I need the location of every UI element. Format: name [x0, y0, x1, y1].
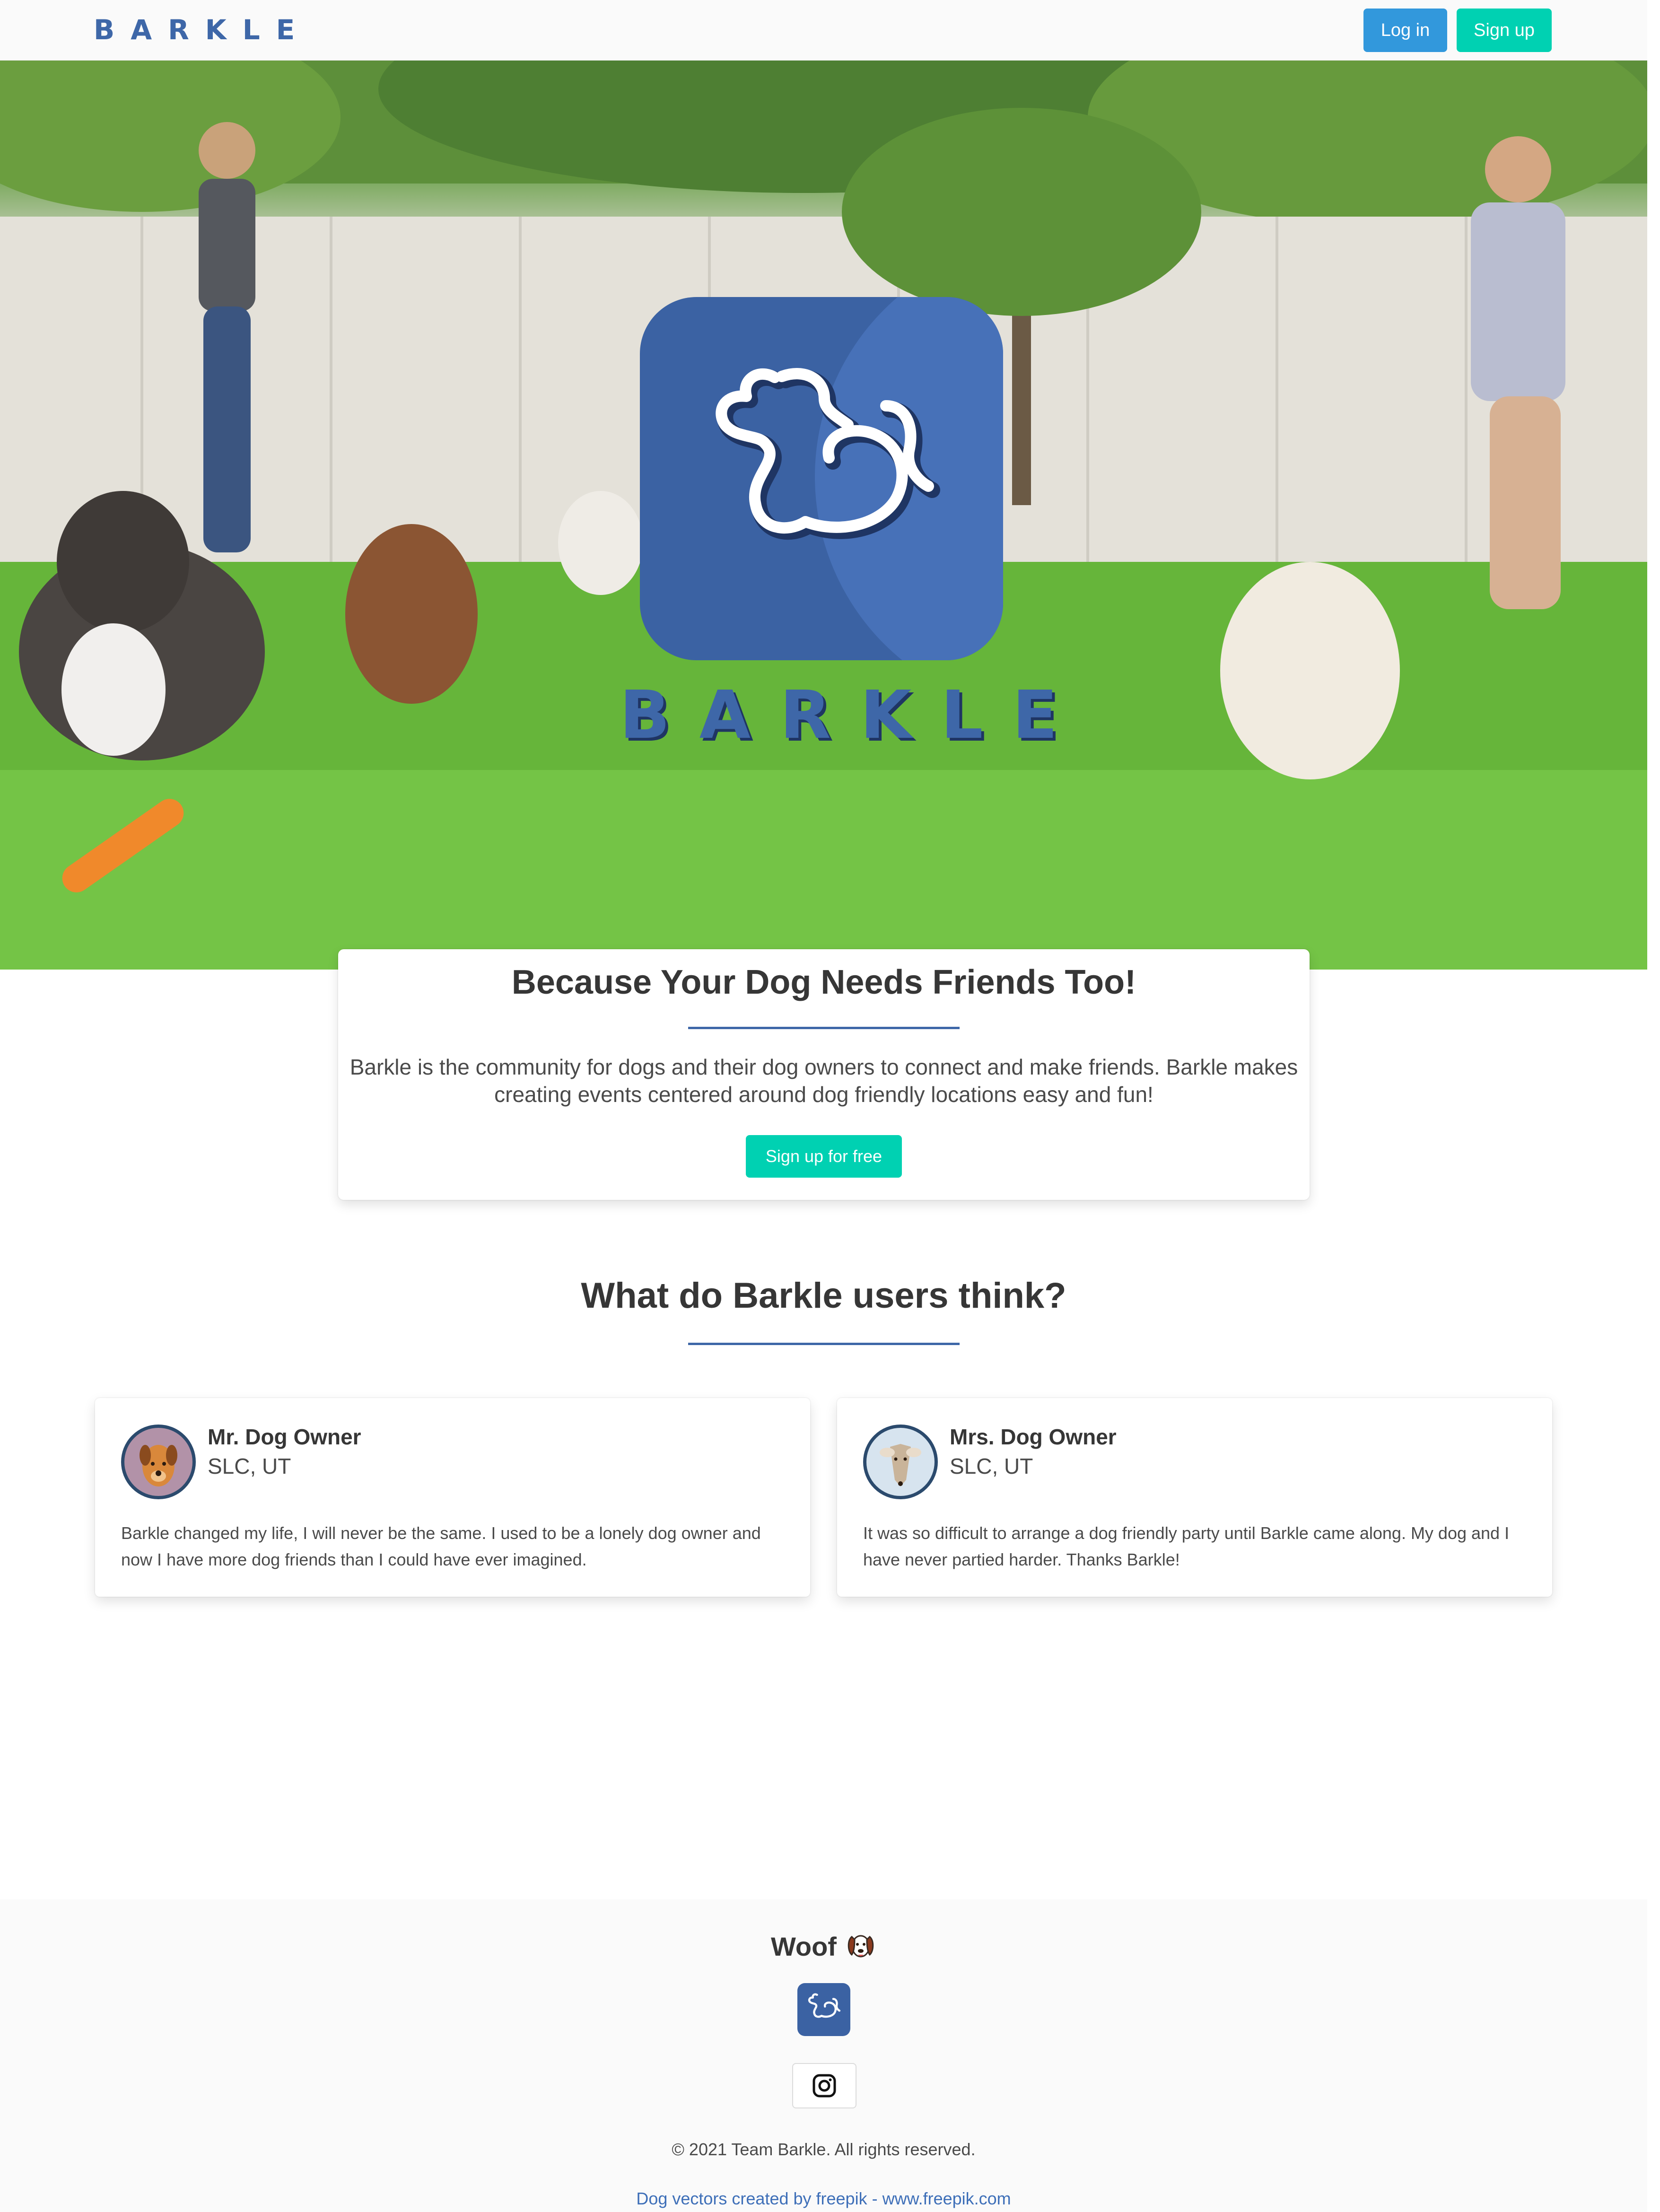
testimonials-title: What do Barkle users think?: [581, 1276, 1066, 1316]
dog-logo-icon: [716, 368, 940, 540]
testimonial-name: Mr. Dog Owner: [208, 1425, 361, 1449]
woof-label: Woof: [771, 1932, 837, 1961]
footer-logo[interactable]: [797, 1983, 850, 2036]
copyright-text: © 2021 Team Barkle. All rights reserved.: [672, 2140, 976, 2159]
freepik-credit-link[interactable]: Dog vectors created by freepik - www.fre…: [0, 2187, 1647, 2211]
instagram-icon: [813, 2074, 836, 2098]
avatar: [121, 1425, 196, 1499]
testimonials-divider: [688, 1343, 960, 1345]
hero-logo-tile: [640, 297, 1003, 660]
dog-avatar-icon: [140, 1445, 177, 1486]
avatar: [863, 1425, 938, 1499]
testimonial-location: SLC, UT: [950, 1454, 1033, 1478]
instagram-button[interactable]: [792, 2063, 856, 2108]
testimonial-location: SLC, UT: [208, 1454, 291, 1478]
dog-face-icon: [845, 1930, 876, 1971]
footer: Woof © 2021 Team Barkle. All rights rese…: [0, 1899, 1647, 2212]
intro-card: Because Your Dog Needs Friends Too! Bark…: [338, 949, 1310, 1200]
intro-title: Because Your Dog Needs Friends Too!: [511, 963, 1136, 1001]
hero-wordmark: BARKLE: [620, 677, 1087, 754]
navbar: BARKLE Log in Sign up: [0, 0, 1647, 61]
testimonial-name: Mrs. Dog Owner: [950, 1425, 1117, 1449]
brand-logo[interactable]: BARKLE: [94, 13, 311, 46]
testimonial-quote: Barkle changed my life, I will never be …: [121, 1523, 761, 1569]
title-divider: [688, 1027, 960, 1029]
signup-free-button[interactable]: Sign up for free: [746, 1135, 902, 1178]
dog-logo-icon: [808, 1993, 841, 2018]
hero-banner: BARKLE: [0, 61, 1647, 970]
testimonial-quote: It was so difficult to arrange a dog fri…: [863, 1523, 1510, 1569]
footer-woof: Woof: [0, 1928, 1647, 1971]
dog-avatar-icon: [880, 1444, 921, 1486]
signup-button[interactable]: Sign up: [1457, 9, 1552, 52]
testimonial-card: Mr. Dog Owner SLC, UT Barkle changed my …: [95, 1398, 810, 1597]
login-button[interactable]: Log in: [1363, 9, 1447, 52]
testimonial-card: Mrs. Dog Owner SLC, UT It was so difficu…: [837, 1398, 1552, 1597]
intro-description: Barkle is the community for dogs and the…: [349, 1055, 1298, 1107]
